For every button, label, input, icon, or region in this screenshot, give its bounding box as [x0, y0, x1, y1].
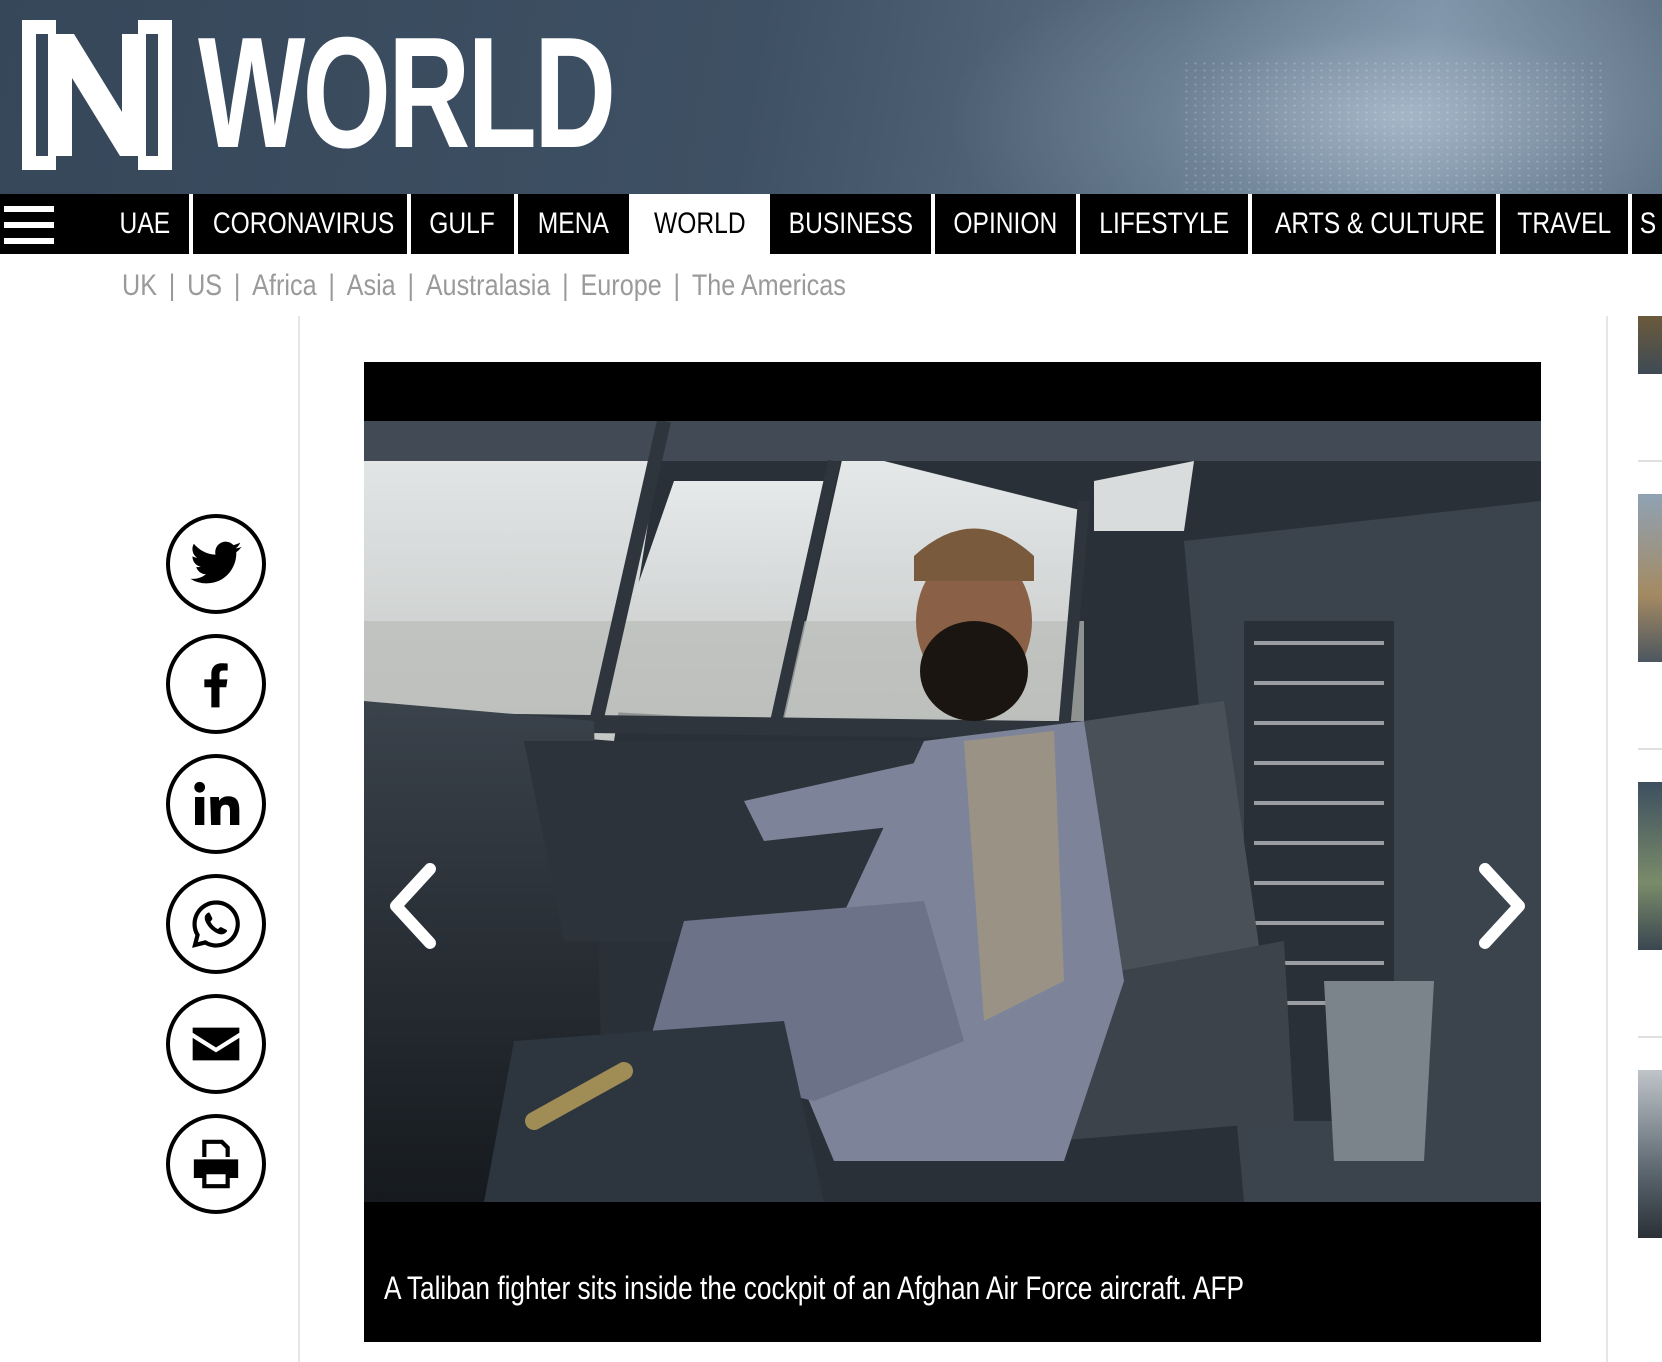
chevron-right-icon[interactable] — [1473, 861, 1533, 951]
share-email-button[interactable] — [166, 994, 266, 1094]
primary-nav: UAE CORONAVIRUS GULF MENA WORLD BUSINESS… — [0, 194, 1662, 254]
chevron-left-icon[interactable] — [382, 861, 442, 951]
photo-caption: A Taliban fighter sits inside the cockpi… — [384, 1270, 1245, 1306]
print-icon — [193, 1139, 239, 1189]
whatsapp-icon — [192, 900, 240, 948]
subnav-item-africa[interactable]: Africa — [252, 269, 316, 302]
email-icon — [192, 1027, 240, 1061]
nav-item-partial[interactable]: S — [1632, 194, 1662, 254]
facebook-icon — [204, 663, 228, 708]
sub-nav: UK | US | Africa | Asia | Australasia | Europe | The… — [122, 262, 984, 310]
subnav-separator: | — [673, 269, 681, 302]
banner-city-lights — [1182, 60, 1602, 190]
nav-item-arts-culture[interactable]: ARTS & CULTURE — [1252, 194, 1500, 254]
subnav-separator: | — [233, 269, 241, 302]
hamburger-icon[interactable] — [4, 206, 56, 246]
related-thumbnail[interactable] — [1638, 494, 1662, 662]
subnav-item-the-americas[interactable]: The Americas — [692, 269, 846, 302]
subnav-separator: | — [168, 269, 176, 302]
share-twitter-button[interactable] — [166, 514, 266, 614]
subnav-item-uk[interactable]: UK — [122, 269, 157, 302]
subnav-item-australasia[interactable]: Australasia — [426, 269, 551, 302]
nav-item-coronavirus[interactable]: CORONAVIRUS — [193, 194, 411, 254]
content-divider-right — [1606, 316, 1608, 1362]
subnav-item-us[interactable]: US — [187, 269, 222, 302]
related-thumbnail[interactable] — [1638, 1070, 1662, 1238]
nav-item-gulf[interactable]: GULF — [411, 194, 518, 254]
subnav-item-asia[interactable]: Asia — [347, 269, 396, 302]
content-divider-left — [298, 316, 300, 1362]
rail-divider — [1638, 1036, 1662, 1038]
subnav-item-europe[interactable]: Europe — [580, 269, 661, 302]
nav-item-travel[interactable]: TRAVEL — [1500, 194, 1632, 254]
logo-icon[interactable] — [22, 20, 172, 170]
cockpit-photo — [364, 421, 1541, 1202]
rail-divider — [1638, 460, 1662, 462]
nav-item-opinion[interactable]: OPINION — [935, 194, 1080, 254]
subnav-separator: | — [562, 269, 569, 302]
nav-item-world[interactable]: WORLD — [633, 194, 770, 254]
related-thumbnail[interactable] — [1638, 316, 1662, 374]
related-thumbnail[interactable] — [1638, 782, 1662, 950]
nav-item-mena[interactable]: MENA — [518, 194, 633, 254]
nav-item-uae[interactable]: UAE — [100, 194, 193, 254]
nav-item-lifestyle[interactable]: LIFESTYLE — [1080, 194, 1252, 254]
rail-divider — [1638, 748, 1662, 750]
subnav-separator: | — [407, 269, 414, 302]
header-banner: WORLD — [0, 0, 1662, 194]
photo-gallery: A Taliban fighter sits inside the cockpi… — [364, 362, 1541, 1342]
nav-item-business[interactable]: BUSINESS — [770, 194, 935, 254]
subnav-separator: | — [328, 269, 335, 302]
linkedin-icon — [194, 781, 240, 825]
section-title[interactable]: WORLD — [198, 8, 616, 178]
gallery-photo[interactable] — [364, 421, 1541, 1202]
twitter-icon — [190, 541, 242, 584]
print-button[interactable] — [166, 1114, 266, 1214]
share-facebook-button[interactable] — [166, 634, 266, 734]
share-linkedin-button[interactable] — [166, 754, 266, 854]
share-whatsapp-button[interactable] — [166, 874, 266, 974]
